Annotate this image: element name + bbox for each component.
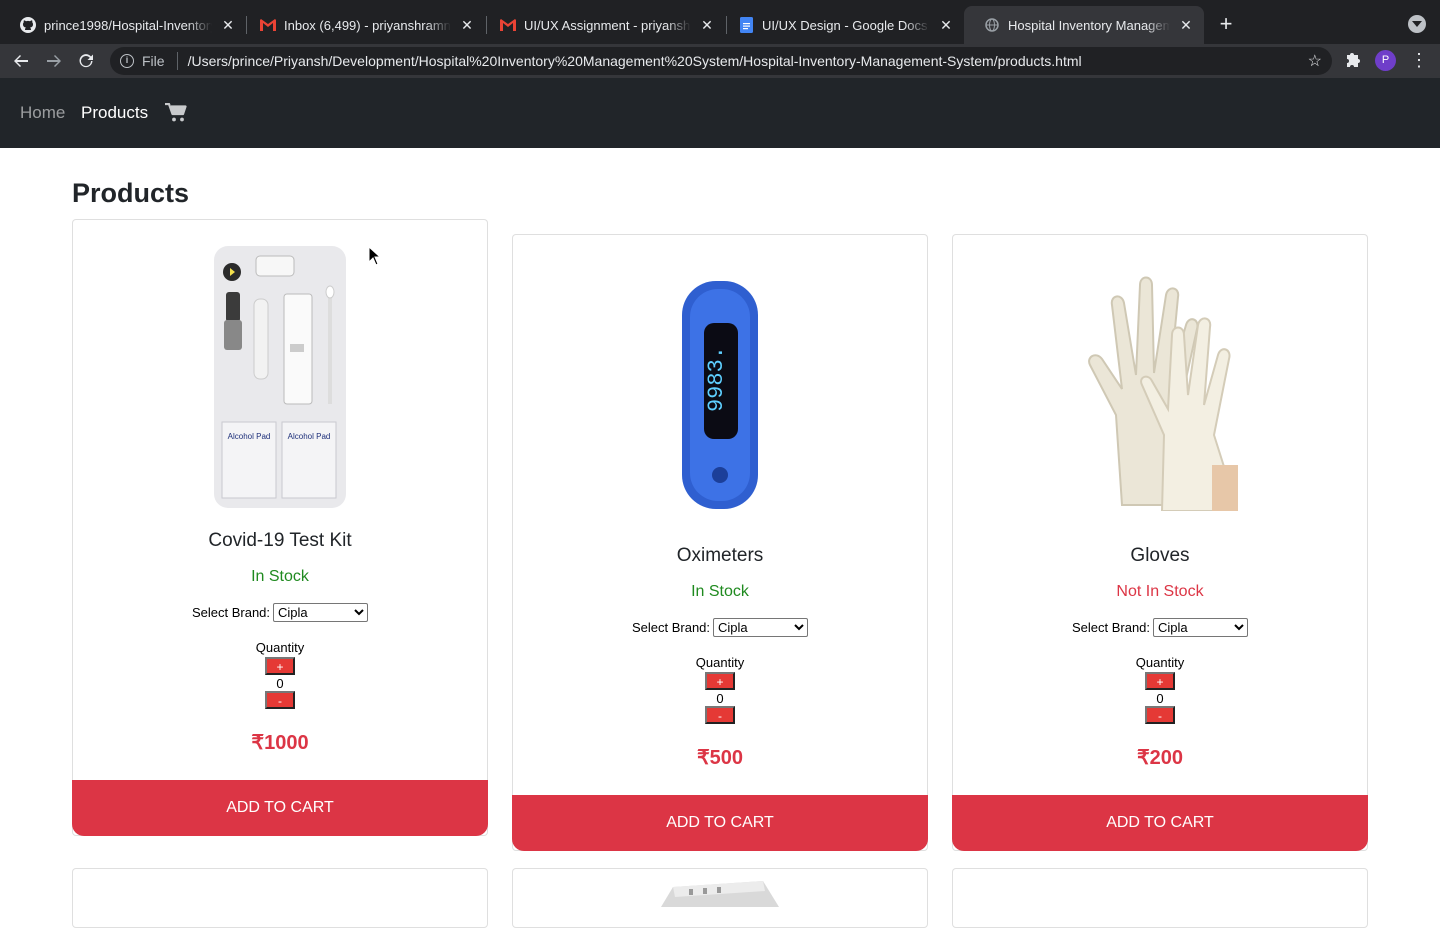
product-name: Gloves [1130, 545, 1190, 566]
add-to-cart-button[interactable]: ADD TO CART [72, 780, 488, 836]
product-card [512, 868, 928, 928]
nav-link-home[interactable]: Home [20, 103, 65, 123]
gmail-icon [500, 17, 516, 33]
stock-status: In Stock [251, 568, 309, 585]
quantity-value: 0 [716, 691, 724, 706]
brand-row: Select Brand: Cipla [513, 618, 927, 637]
quantity-value: 0 [276, 676, 284, 691]
tab-title: prince1998/Hospital-Inventory [44, 17, 212, 33]
tab-gmail-inbox[interactable]: Inbox (6,499) - priyanshramnani ✕ [240, 6, 485, 44]
docs-icon [738, 17, 754, 33]
stock-status: In Stock [691, 583, 749, 600]
quantity-label: Quantity [255, 640, 305, 655]
back-button[interactable] [9, 49, 33, 73]
browser-tab-strip: prince1998/Hospital-Inventory ✕ Inbox (6… [0, 0, 1440, 44]
browser-toolbar: i File /Users/prince/Priyansh/Developmen… [0, 44, 1440, 78]
page-title: Products [72, 178, 190, 208]
oximeter-image: 9983. [678, 279, 762, 515]
decrement-button[interactable]: - [265, 691, 295, 709]
gmail-icon [260, 17, 276, 33]
tab-hospital-inventory[interactable]: Hospital Inventory Management ✕ [964, 6, 1204, 44]
forward-button[interactable] [42, 49, 66, 73]
svg-text:Alcohol Pad: Alcohol Pad [288, 432, 331, 441]
brand-row: Select Brand: Cipla [73, 603, 487, 622]
svg-text:Alcohol Pad: Alcohol Pad [228, 432, 271, 441]
github-icon [20, 17, 36, 33]
svg-text:9983.: 9983. [704, 346, 729, 412]
brand-row: Select Brand: Cipla [953, 618, 1367, 637]
gloves-image [1082, 265, 1240, 512]
quantity-value: 0 [1156, 691, 1164, 706]
add-to-cart-button[interactable]: ADD TO CART [512, 795, 928, 851]
product-price: ₹500 [696, 747, 744, 769]
add-to-cart-button[interactable]: ADD TO CART [952, 795, 1368, 851]
product-name: Oximeters [676, 545, 764, 566]
url-text[interactable]: /Users/prince/Priyansh/Development/Hospi… [188, 53, 1082, 69]
product-price: ₹1000 [251, 732, 309, 754]
tab-title: UI/UX Assignment - priyansh.ramnani [524, 17, 691, 33]
brand-select[interactable]: Cipla [1153, 618, 1249, 637]
quantity-label: Quantity [695, 655, 745, 670]
increment-button[interactable]: + [265, 657, 295, 675]
product-card: Alcohol Pad Alcohol Pad Covid-19 Test Ki… [72, 219, 488, 836]
extensions-puzzle-icon[interactable] [1344, 49, 1364, 71]
mouse-pointer-icon [368, 245, 382, 266]
divider [176, 52, 178, 70]
info-icon[interactable]: i [120, 54, 134, 68]
tab-title: Hospital Inventory Management [1008, 17, 1170, 33]
tab-gmail-assignment[interactable]: UI/UX Assignment - priyansh.ramnani ✕ [480, 6, 725, 44]
decrement-button[interactable]: - [1145, 706, 1175, 724]
profile-avatar[interactable]: P [1375, 50, 1396, 71]
tab-search-icon[interactable] [1408, 15, 1426, 33]
nav-link-products[interactable]: Products [81, 103, 148, 123]
brand-select[interactable]: Cipla [713, 618, 809, 637]
tab-google-docs[interactable]: UI/UX Design - Google Docs ✕ [718, 6, 964, 44]
new-tab-button[interactable]: + [1214, 13, 1238, 37]
bookmark-star-icon[interactable]: ☆ [1308, 51, 1322, 71]
tab-title: Inbox (6,499) - priyanshramnani [284, 17, 451, 33]
close-icon[interactable]: ✕ [699, 17, 715, 33]
product-name: Covid-19 Test Kit [208, 530, 352, 551]
globe-icon [984, 17, 1000, 33]
product-card: Gloves Not In Stock Select Brand: Cipla Q… [952, 234, 1368, 851]
reload-button[interactable] [74, 49, 98, 73]
product-card: 9983. Oximeters In Stock Select Brand: Ci… [512, 234, 928, 851]
site-navbar: Home Products [0, 78, 1440, 148]
tab-title: UI/UX Design - Google Docs [762, 17, 928, 33]
select-brand-label: Select Brand: [631, 620, 711, 635]
close-icon[interactable]: ✕ [1178, 17, 1194, 33]
product-price: ₹200 [1136, 747, 1184, 769]
product-card [952, 868, 1368, 928]
increment-button[interactable]: + [705, 672, 735, 690]
select-brand-label: Select Brand: [1071, 620, 1151, 635]
decrement-button[interactable]: - [705, 706, 735, 724]
close-icon[interactable]: ✕ [459, 17, 475, 33]
close-icon[interactable]: ✕ [220, 17, 236, 33]
close-icon[interactable]: ✕ [938, 17, 954, 33]
select-brand-label: Select Brand: [191, 605, 271, 620]
increment-button[interactable]: + [1145, 672, 1175, 690]
product-image [653, 877, 783, 907]
cart-icon[interactable] [165, 102, 187, 123]
product-card [72, 868, 488, 928]
url-scheme: File [142, 53, 165, 69]
tab-github[interactable]: prince1998/Hospital-Inventory ✕ [0, 6, 246, 44]
more-menu-icon[interactable]: ⋮ [1410, 49, 1428, 71]
address-bar[interactable]: i File /Users/prince/Priyansh/Developmen… [110, 47, 1332, 75]
covid-test-kit-image: Alcohol Pad Alcohol Pad [212, 244, 348, 510]
stock-status: Not In Stock [1116, 583, 1204, 600]
quantity-label: Quantity [1135, 655, 1185, 670]
brand-select[interactable]: Cipla [273, 603, 369, 622]
